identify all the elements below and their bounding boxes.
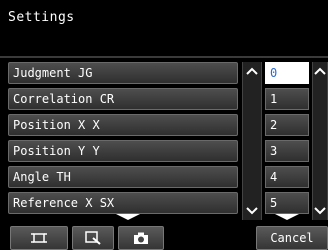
list-item-correlation[interactable]: Correlation CR xyxy=(8,88,238,110)
number-item-2[interactable]: 2 xyxy=(265,114,309,136)
cancel-button[interactable]: Cancel xyxy=(256,226,328,250)
frame-button[interactable] xyxy=(10,226,68,250)
chevron-up-icon xyxy=(246,67,258,75)
list-item-label: Judgment JG xyxy=(13,66,93,80)
zoom-button[interactable] xyxy=(72,226,114,250)
number-list-scrollbar[interactable] xyxy=(312,62,328,220)
zoom-icon xyxy=(85,231,101,245)
list-item-label: Reference X SX xyxy=(13,196,115,210)
chevron-down-icon xyxy=(314,207,326,215)
number-item-1[interactable]: 1 xyxy=(265,88,309,110)
number-item-3[interactable]: 3 xyxy=(265,140,309,162)
list-item-label: Position X X xyxy=(13,118,100,132)
page-title: Settings xyxy=(8,10,75,25)
number-item-label: 2 xyxy=(270,118,278,132)
number-item-0[interactable]: 0 xyxy=(265,62,309,84)
number-item-label: 1 xyxy=(270,92,278,106)
number-item-label: 3 xyxy=(270,144,278,158)
chevron-down-icon xyxy=(246,207,258,215)
chevron-up-icon xyxy=(314,67,326,75)
list-item-label: Position Y Y xyxy=(13,144,100,158)
scroll-down-button[interactable] xyxy=(243,202,261,220)
number-item-label: 5 xyxy=(270,196,278,210)
number-item-5[interactable]: 5 xyxy=(265,192,309,214)
list-item-judgment[interactable]: Judgment JG xyxy=(8,62,238,84)
number-item-label: 4 xyxy=(270,170,278,184)
list-item-angle[interactable]: Angle TH xyxy=(8,166,238,188)
list-item-position-y[interactable]: Position Y Y xyxy=(8,140,238,162)
list-item-position-x[interactable]: Position X X xyxy=(8,114,238,136)
list-item-reference-x[interactable]: Reference X SX xyxy=(8,192,238,214)
camera-icon xyxy=(134,232,148,244)
number-item-label: 0 xyxy=(270,66,278,80)
list-item-label: Correlation CR xyxy=(13,92,115,106)
more-numbers-indicator xyxy=(275,214,299,220)
item-list-scrollbar[interactable] xyxy=(242,62,262,220)
camera-button[interactable] xyxy=(118,226,164,250)
scroll-up-button[interactable] xyxy=(243,62,261,80)
list-item-label: Angle TH xyxy=(13,170,71,184)
number-item-4[interactable]: 4 xyxy=(265,166,309,188)
more-items-indicator xyxy=(116,214,140,220)
frame-icon xyxy=(31,233,47,243)
title-divider xyxy=(0,56,328,58)
scroll-up-button[interactable] xyxy=(313,62,327,80)
scroll-down-button[interactable] xyxy=(313,202,327,220)
